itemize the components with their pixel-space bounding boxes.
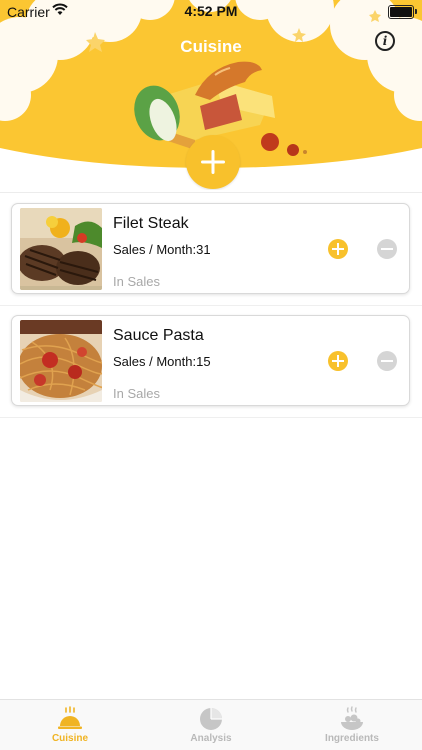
dish-card[interactable]: Sauce Pasta Sales / Month:15 In Sales — [11, 315, 410, 406]
plus-icon — [201, 150, 225, 174]
decrease-button[interactable] — [377, 239, 397, 259]
tab-ingredients[interactable]: Ingredients — [282, 700, 422, 750]
dish-status: In Sales — [113, 386, 160, 401]
status-bar: Carrier 4:52 PM — [0, 0, 422, 22]
divider — [0, 305, 422, 306]
decrease-button[interactable] — [377, 351, 397, 371]
plus-icon — [332, 243, 344, 255]
cloche-icon — [58, 706, 82, 729]
increase-button[interactable] — [328, 239, 348, 259]
divider — [0, 417, 422, 418]
info-icon: i — [382, 34, 388, 48]
dish-sales: Sales / Month:15 — [113, 354, 211, 369]
pie-chart-icon — [200, 708, 222, 730]
dish-name: Filet Steak — [113, 215, 189, 232]
add-dish-button[interactable] — [186, 135, 240, 189]
page-title: Cuisine — [180, 37, 242, 56]
tab-cuisine[interactable]: Cuisine — [0, 700, 140, 750]
ingredients-icon — [341, 706, 363, 730]
minus-icon — [381, 360, 393, 362]
divider — [0, 192, 422, 193]
tab-analysis[interactable]: Analysis — [141, 700, 281, 750]
dish-name: Sauce Pasta — [113, 327, 204, 344]
plus-icon — [332, 355, 344, 367]
dish-sales: Sales / Month:31 — [113, 242, 211, 257]
tab-label: Cuisine — [51, 733, 89, 744]
info-button[interactable]: i — [375, 31, 395, 51]
minus-icon — [381, 248, 393, 250]
clock: 4:52 PM — [184, 3, 238, 19]
battery-icon — [388, 5, 417, 19]
dish-photo — [20, 320, 102, 402]
header-banner: Cuisine i — [0, 0, 422, 190]
tab-label: Ingredients — [325, 733, 379, 744]
dish-photo — [20, 208, 102, 290]
tab-bar: Cuisine Analysis Ingredients — [0, 699, 422, 750]
increase-button[interactable] — [328, 351, 348, 371]
dish-status: In Sales — [113, 274, 160, 289]
dish-card[interactable]: Filet Steak Sales / Month:31 In Sales — [11, 203, 410, 294]
tab-label: Analysis — [190, 733, 232, 744]
